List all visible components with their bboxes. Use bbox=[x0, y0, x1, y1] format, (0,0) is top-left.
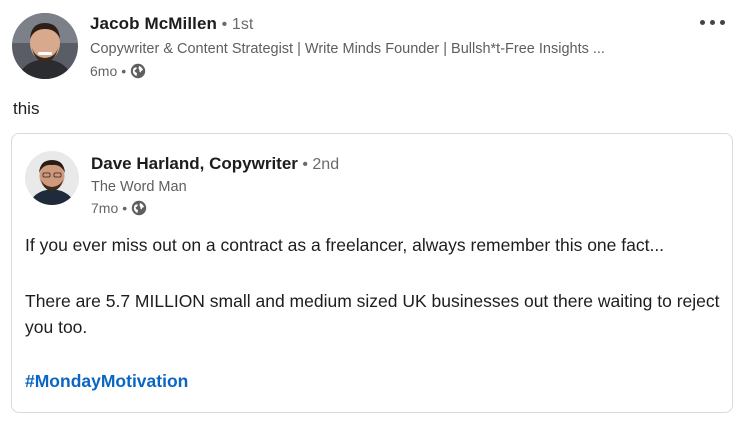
more-dot bbox=[709, 19, 715, 25]
original-post-meta: 7mo • bbox=[91, 200, 147, 216]
original-author-name-line[interactable]: Dave Harland, Copywriter • 2nd bbox=[91, 154, 339, 174]
author-name-line[interactable]: Jacob McMillen • 1st bbox=[90, 14, 253, 34]
author-name[interactable]: Jacob McMillen bbox=[90, 14, 217, 33]
post-paragraph: There are 5.7 MILLION small and medium s… bbox=[25, 291, 720, 337]
more-dot bbox=[719, 19, 725, 25]
post-paragraph: If you ever miss out on a contract as a … bbox=[25, 235, 665, 255]
globe-icon bbox=[131, 200, 147, 216]
meta-separator: • bbox=[121, 63, 127, 79]
original-author-headline: The Word Man bbox=[91, 179, 187, 195]
more-dot bbox=[699, 19, 705, 25]
original-post-time: 7mo bbox=[91, 200, 119, 216]
post-meta: 6mo • bbox=[90, 63, 146, 79]
globe-icon bbox=[130, 63, 146, 79]
author-avatar[interactable] bbox=[12, 13, 78, 79]
feed-post: Jacob McMillen • 1st Copywriter & Conten… bbox=[0, 0, 750, 422]
post-time: 6mo bbox=[90, 63, 118, 79]
connection-degree: • 1st bbox=[217, 16, 254, 33]
meta-separator: • bbox=[122, 200, 128, 216]
reshared-post-card[interactable]: Dave Harland, Copywriter • 2nd The Word … bbox=[11, 133, 733, 413]
author-headline: Copywriter & Content Strategist | Write … bbox=[90, 41, 605, 57]
original-author-avatar[interactable] bbox=[25, 151, 79, 205]
hashtag-link[interactable]: #MondayMotivation bbox=[25, 371, 188, 392]
post-commentary: this bbox=[13, 99, 40, 118]
more-options-icon[interactable] bbox=[692, 10, 732, 34]
original-author-avatar-image bbox=[25, 151, 79, 205]
author-avatar-image bbox=[12, 13, 78, 79]
original-author-name[interactable]: Dave Harland, Copywriter bbox=[91, 154, 298, 173]
original-connection-degree: • 2nd bbox=[297, 156, 340, 173]
